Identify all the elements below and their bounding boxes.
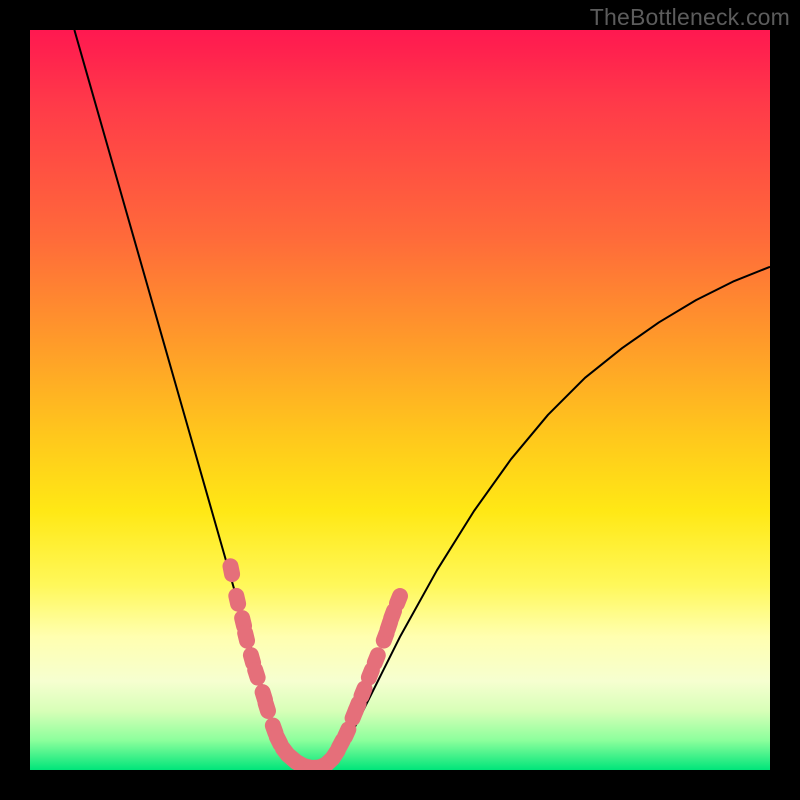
marker-point	[221, 557, 241, 584]
attribution-text: TheBottleneck.com	[590, 4, 790, 31]
marker-group	[221, 557, 410, 770]
bottleneck-curve	[74, 30, 770, 768]
marker-point	[227, 586, 248, 613]
chart-svg	[30, 30, 770, 770]
plot-area	[30, 30, 770, 770]
